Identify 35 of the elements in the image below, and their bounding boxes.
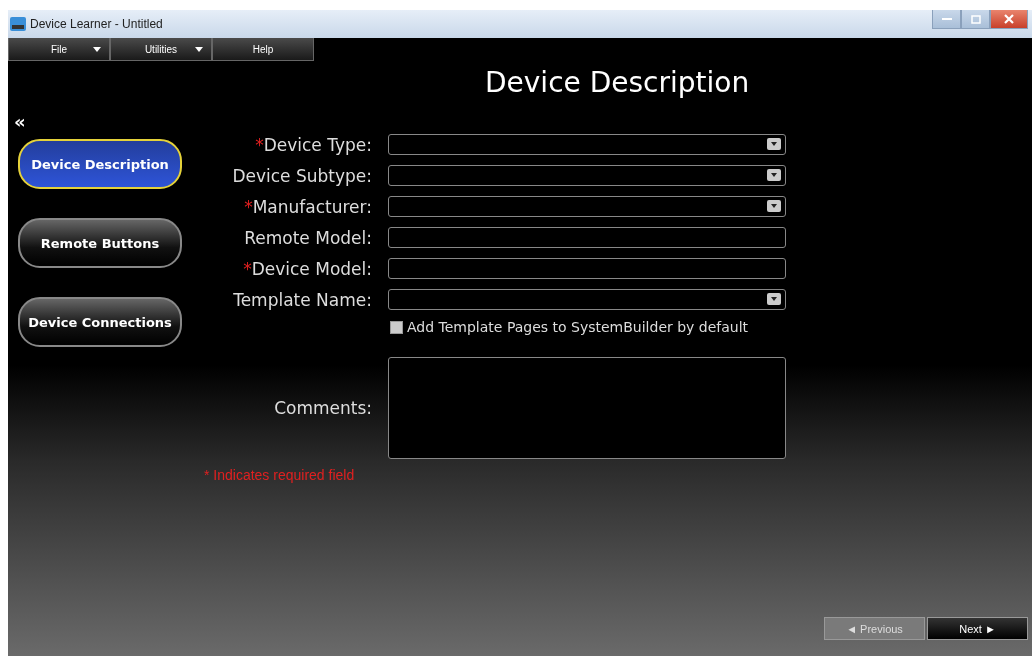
dropdown-field[interactable]	[388, 165, 786, 186]
minimize-icon	[941, 17, 952, 21]
field-label: Comments:	[273, 398, 372, 418]
checkbox-label: Add Template Pages to SystemBuilder by default	[407, 319, 749, 335]
checkbox[interactable]	[390, 320, 403, 334]
minimize-button[interactable]	[932, 10, 961, 29]
next-button[interactable]: Next ►	[927, 617, 1028, 640]
close-icon	[1004, 14, 1014, 24]
page-heading: Device Description	[485, 66, 750, 99]
dropdown-field[interactable]	[388, 196, 786, 217]
field-label: *Device Type:	[254, 134, 372, 155]
dropdown-field[interactable]	[388, 289, 786, 310]
field-label: Remote Model:	[243, 227, 372, 248]
caret-icon	[195, 47, 203, 52]
dropdown-field[interactable]	[388, 134, 786, 155]
field-label: Template Name:	[232, 289, 372, 310]
field-label: Device Subtype:	[231, 165, 372, 186]
collapse-toggle[interactable]: «	[14, 113, 26, 131]
caret-icon	[93, 47, 101, 52]
maximize-icon	[970, 14, 981, 24]
menu-item[interactable]: File	[8, 38, 110, 61]
input-field[interactable]	[388, 227, 786, 248]
field-label: *Manufacturer:	[243, 196, 372, 217]
nav-button[interactable]: Remote Buttons	[18, 218, 182, 268]
nav-button[interactable]: Device Description	[18, 139, 182, 189]
required-note: * Indicates required field	[204, 467, 355, 483]
menu-item[interactable]: Utilities	[110, 38, 212, 61]
app-icon	[10, 17, 26, 31]
menu-item[interactable]: Help	[212, 38, 314, 61]
window-title: Device Learner - Untitled	[30, 17, 163, 31]
nav-button[interactable]: Device Connections	[18, 297, 182, 347]
close-button[interactable]	[990, 10, 1028, 29]
input-field[interactable]	[388, 258, 786, 279]
field-label: *Device Model:	[242, 258, 372, 279]
comments-field[interactable]	[388, 357, 786, 459]
